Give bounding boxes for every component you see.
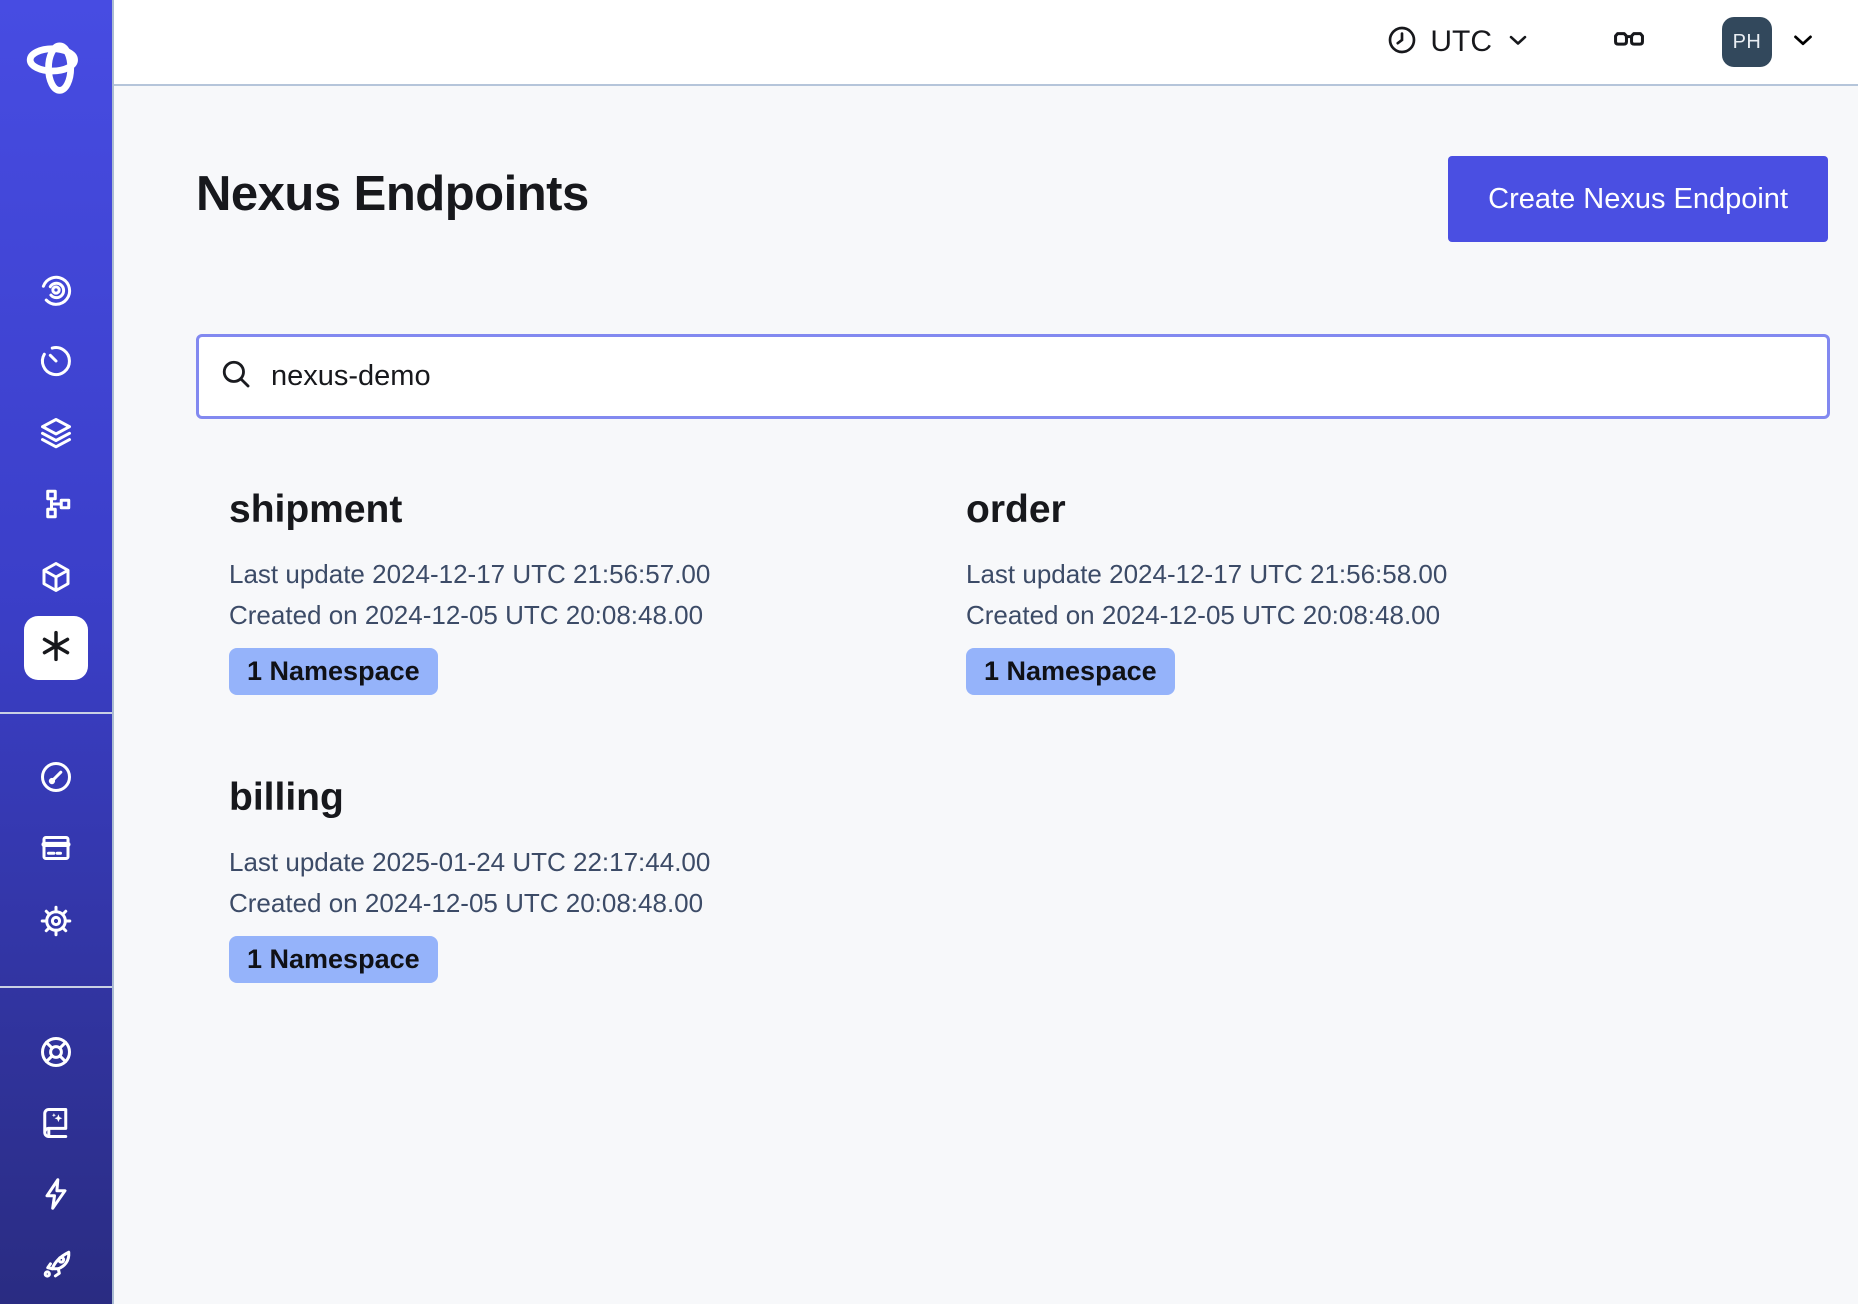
app-window: UTC PH [0,0,1858,1304]
endpoint-grid: shipment Last update 2024-12-17 UTC 21:5… [229,488,1789,1064]
namespaces-cube-icon [38,559,74,595]
endpoint-name[interactable]: billing [229,776,966,820]
chevron-down-icon [1504,26,1532,59]
timezone-label: UTC [1430,25,1492,59]
sidebar-item-workflows[interactable] [0,258,112,322]
sidebar-item-getting-started[interactable] [0,1233,112,1297]
sidebar-item-docs[interactable] [0,1091,112,1155]
chevron-down-icon [1788,25,1818,60]
endpoint-created-on: Created on 2024-12-05 UTC 20:08:48.00 [966,595,1703,636]
avatar-initials: PH [1733,31,1762,54]
sidebar-divider [0,712,112,714]
namespace-count-badge: 1 Namespace [229,648,438,695]
getting-started-rocket-icon [38,1247,74,1283]
sidebar-item-batch-operations[interactable] [0,401,112,465]
sidebar-divider [0,986,112,988]
endpoint-created-on: Created on 2024-12-05 UTC 20:08:48.00 [229,595,966,636]
sidebar-item-usage[interactable] [0,745,112,809]
namespace-count-badge: 1 Namespace [966,648,1175,695]
sidebar-item-billing[interactable] [0,816,112,880]
sidebar-item-namespaces[interactable] [0,545,112,609]
workflows-eye-icon [38,272,74,308]
schedules-timer-icon [38,343,74,379]
create-nexus-endpoint-button[interactable]: Create Nexus Endpoint [1448,156,1828,242]
sidebar-item-support[interactable] [0,1020,112,1084]
top-header: UTC PH [114,0,1858,86]
endpoint-card-order[interactable]: order Last update 2024-12-17 UTC 21:56:5… [966,488,1703,776]
endpoint-last-update: Last update 2024-12-17 UTC 21:56:57.00 [229,554,966,595]
labs-mode-button[interactable] [1610,21,1648,64]
batch-layers-icon [38,415,74,451]
sidebar-item-schedules[interactable] [0,329,112,393]
sidebar-item-quickstart[interactable] [0,1162,112,1226]
endpoint-created-on: Created on 2024-12-05 UTC 20:08:48.00 [229,883,966,924]
temporal-logo[interactable] [0,28,112,100]
glasses-icon [1610,21,1648,64]
endpoint-name[interactable]: shipment [229,488,966,532]
sidebar [0,0,114,1304]
endpoint-card-billing[interactable]: billing Last update 2025-01-24 UTC 22:17… [229,776,966,1064]
endpoint-card-shipment[interactable]: shipment Last update 2024-12-17 UTC 21:5… [229,488,966,776]
sidebar-item-deployments[interactable] [0,472,112,536]
sidebar-item-settings[interactable] [0,889,112,953]
endpoint-search-box[interactable] [196,334,1830,419]
nexus-asterisk-icon [36,626,76,671]
support-lifebuoy-icon [38,1034,74,1070]
search-icon [219,357,253,396]
quickstart-lightning-icon [38,1176,74,1212]
avatar[interactable]: PH [1722,17,1772,67]
timezone-selector[interactable]: UTC [1386,24,1532,61]
sidebar-item-nexus-active[interactable] [24,616,88,680]
search-input[interactable] [253,337,1807,416]
usage-gauge-icon [38,759,74,795]
endpoint-last-update: Last update 2024-12-17 UTC 21:56:58.00 [966,554,1703,595]
settings-gear-icon [38,903,74,939]
namespace-count-badge: 1 Namespace [229,936,438,983]
endpoint-last-update: Last update 2025-01-24 UTC 22:17:44.00 [229,842,966,883]
billing-card-icon [38,830,74,866]
docs-book-icon [38,1105,74,1141]
endpoint-name[interactable]: order [966,488,1703,532]
account-menu[interactable]: PH [1722,17,1818,67]
main-content: Nexus Endpoints Create Nexus Endpoint sh… [114,88,1858,1304]
deployments-graph-icon [38,486,74,522]
page-title: Nexus Endpoints [196,166,589,222]
clock-icon [1386,24,1418,61]
